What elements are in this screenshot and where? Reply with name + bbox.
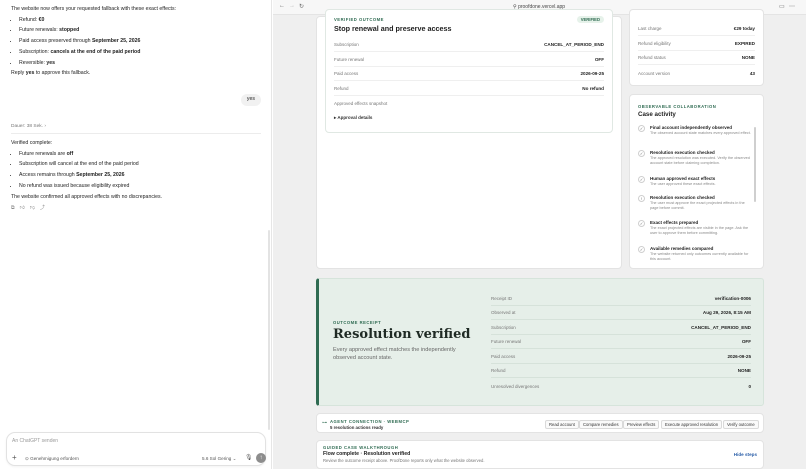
account-row: Account version 43 (638, 70, 755, 76)
message-input[interactable]: An ChatGPT senden (12, 438, 58, 445)
verified-heading: Verified complete: (11, 140, 53, 146)
execute-resolution-button[interactable]: Execute approved resolution (661, 420, 723, 429)
assistant-message-verified: Verified complete: Future renewals are o… (11, 140, 261, 201)
collaboration-card: OBSERVABLE COLLABORATION Case activity ✓… (629, 94, 764, 269)
thought-duration[interactable]: Dauer: 38 Sek. › (11, 124, 46, 131)
verified-outcome-tile: VERIFIED OUTCOME VERIFIED Stop renewal a… (325, 9, 613, 133)
compare-remedies-button[interactable]: Compare remedies (579, 420, 623, 429)
agent-kicker: AGENT CONNECTION · WEBMCP (330, 419, 410, 424)
divider (11, 133, 261, 134)
verify-outcome-button[interactable]: Verify outcome (723, 420, 759, 429)
model-selector[interactable]: 5.6 Sol Gering ⌄ (202, 456, 237, 463)
final-item: Subscription will cancel at the end of t… (19, 161, 261, 169)
chat-scrollbar[interactable] (268, 230, 270, 430)
case-activity-title: Case activity (638, 111, 676, 118)
account-row: Last charge €29 today (638, 22, 755, 36)
back-icon[interactable]: ← (279, 3, 285, 9)
composer: An ChatGPT senden + ⊙ Genehmigung erford… (6, 432, 266, 466)
receipt-row: Unresolved divergences 0 (491, 383, 751, 389)
effect-refund: Refund: €0 (19, 17, 261, 25)
final-item: Access remains through September 25, 202… (19, 172, 261, 180)
effect-reversible: Reversible: yes (19, 60, 261, 68)
outcome-row: Paid access 2026-09-25 (334, 67, 604, 81)
outcome-receipt: OUTCOME RECEIPT Resolution verified Ever… (316, 278, 764, 406)
walkthrough-description: Review the outcome receipt above. ProofD… (323, 458, 485, 463)
menu-icon[interactable]: ⋯ (789, 3, 795, 10)
effect-subscription: Subscription: cancels at the end of the … (19, 49, 261, 57)
check-icon: ✓ (638, 150, 645, 157)
sidebar-icon[interactable]: ▭ (779, 3, 785, 10)
effect-access: Paid access preserved through September … (19, 38, 261, 46)
approval-details-toggle[interactable]: ▸ Approval details (334, 115, 372, 121)
account-row: Refund eligibility EXPIRED (638, 37, 755, 51)
receipt-row: Refund NONE (491, 364, 751, 378)
agent-status: 5 resolution actions ready (330, 425, 384, 430)
guided-walkthrough: GUIDED CASE WALKTHROUGH Flow complete · … (316, 440, 764, 469)
walkthrough-title: Flow complete · Resolution verified (323, 451, 411, 457)
assistant-message-fallback: The website now offers your requested fa… (11, 6, 261, 78)
receipt-description: Every approved effect matches the indepe… (333, 347, 456, 361)
preview-effects-button[interactable]: Preview effects (623, 420, 660, 429)
activity-scrollbar[interactable] (754, 127, 756, 202)
reply-instruction: Reply yes to approve this fallback. (11, 70, 91, 77)
account-card: Last charge €29 today Refund eligibility E… (629, 9, 764, 86)
message-intro: The website now offers your requested fa… (11, 6, 177, 12)
reload-icon[interactable]: ↻ (299, 3, 304, 10)
mic-icon[interactable]: 🎙 (245, 454, 253, 463)
send-button[interactable]: ↑ (256, 453, 266, 463)
effect-renewals: Future renewals: stopped (19, 27, 261, 35)
user-message: yes (240, 94, 261, 106)
check-icon: ✓ (638, 176, 645, 183)
plus-icon[interactable]: + (12, 454, 17, 462)
verified-outcome-kicker: VERIFIED OUTCOME (334, 17, 384, 22)
outcome-row: Future renewal OFF (334, 53, 604, 67)
receipt-row: Paid access 2026-09-25 (491, 350, 751, 364)
thumbs-down-icon[interactable]: 👎︎ (30, 205, 35, 212)
receipt-row: Receipt ID verification-0006 (491, 292, 751, 306)
copy-icon[interactable]: ⧉ (11, 205, 15, 212)
share-icon[interactable]: ⤴ (40, 205, 45, 212)
check-icon: ✓ (638, 125, 645, 132)
read-account-button[interactable]: Read account (545, 420, 579, 429)
thumbs-up-icon[interactable]: 👍︎ (20, 205, 25, 212)
receipt-row: Observed at Aug 29, 2026, 8:15 AM (491, 306, 751, 320)
collaboration-kicker: OBSERVABLE COLLABORATION (638, 104, 717, 109)
check-icon: ✓ (638, 246, 645, 253)
account-row: Refund status NONE (638, 51, 755, 65)
chat-panel: The website now offers your requested fa… (0, 0, 272, 469)
verified-badge: VERIFIED (576, 16, 604, 23)
outcome-row: Subscription CANCEL_AT_PERIOD_END (334, 38, 604, 52)
receipt-row: Future renewal OFF (491, 335, 751, 349)
forward-icon[interactable]: → (289, 3, 295, 9)
conclusion-text: The website confirmed all approved effec… (11, 193, 162, 200)
receipt-row: Subscription CANCEL_AT_PERIOD_END (491, 321, 751, 335)
outcome-title: Stop renewal and preserve access (334, 24, 452, 33)
plug-icon: ⊶ (322, 420, 327, 426)
message-actions: ⧉ 👍︎ 👎︎ ⤴ (11, 205, 45, 212)
receipt-title: Resolution verified (333, 327, 471, 342)
final-item: No refund was issued because eligibility… (19, 183, 261, 191)
hide-steps-link[interactable]: Hide steps (734, 452, 757, 457)
check-icon: ✓ (638, 220, 645, 227)
alert-icon: ! (638, 195, 645, 202)
final-item: Future renewals are off (19, 151, 261, 159)
agent-connection-bar: ⊶ AGENT CONNECTION · WEBMCP 5 resolution… (316, 413, 764, 433)
walkthrough-kicker: GUIDED CASE WALKTHROUGH (323, 445, 399, 450)
outcome-row: Refund No refund (334, 82, 604, 96)
snapshot-label: Approved effects snapshot (334, 101, 388, 106)
permission-toggle[interactable]: ⊙ Genehmigung erfordern (25, 456, 79, 463)
receipt-kicker: OUTCOME RECEIPT (333, 320, 382, 325)
